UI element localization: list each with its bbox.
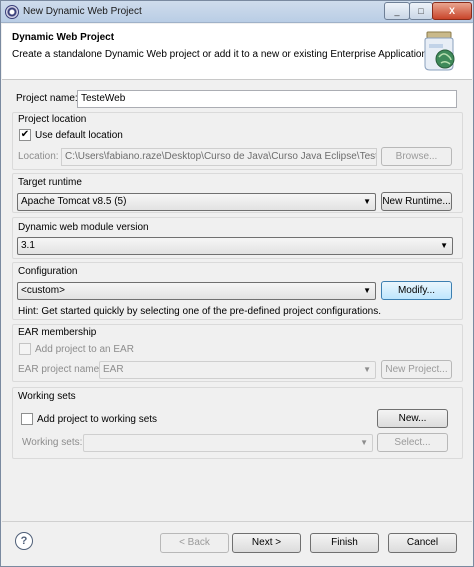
wizard-description: Create a standalone Dynamic Web project … [12,49,430,60]
module-version-label: Dynamic web module version [18,222,149,233]
select-working-sets-button[interactable]: Select... [377,433,448,452]
modify-button[interactable]: Modify... [381,281,452,300]
new-working-set-button[interactable]: New... [377,409,448,428]
working-sets-select[interactable]: ▼ [83,434,373,452]
location-input[interactable]: C:\Users\fabiano.raze\Desktop\Curso de J… [61,148,377,166]
new-project-button[interactable]: New Project... [381,360,452,379]
configuration-value: <custom> [21,285,65,296]
minimize-button[interactable]: _ [384,2,410,20]
working-sets-label: Working sets [18,391,76,402]
help-icon[interactable]: ? [15,532,33,550]
configuration-hint: Hint: Get started quickly by selecting o… [18,306,381,317]
next-button[interactable]: Next > [232,533,301,553]
location-label: Location: [18,151,59,162]
maximize-button[interactable]: □ [409,2,433,20]
title-bar[interactable]: New Dynamic Web Project _ □ X [1,1,473,23]
target-runtime-value: Apache Tomcat v8.5 (5) [21,196,127,207]
target-runtime-select[interactable]: Apache Tomcat v8.5 (5) ▼ [17,193,376,211]
web-project-jar-icon [424,31,455,71]
module-version-value: 3.1 [21,240,35,251]
project-name-input[interactable]: TesteWeb [77,90,457,108]
use-default-location-label: Use default location [35,130,123,141]
add-to-ear-label: Add project to an EAR [35,344,134,355]
chevron-down-icon: ▼ [363,197,371,206]
ear-project-name-label: EAR project name: [18,364,102,375]
project-name-label: Project name: [16,93,78,104]
configuration-select[interactable]: <custom> ▼ [17,282,376,300]
close-button[interactable]: X [432,2,472,20]
ear-membership-label: EAR membership [18,327,97,338]
add-to-working-sets-label: Add project to working sets [37,414,158,425]
add-to-ear-checkbox[interactable] [19,343,31,355]
new-runtime-button[interactable]: New Runtime... [381,192,452,211]
back-button[interactable]: < Back [160,533,229,553]
chevron-down-icon: ▼ [440,241,448,250]
wizard-header: Dynamic Web Project Create a standalone … [2,24,472,80]
target-runtime-label: Target runtime [18,177,82,188]
footer-separator [2,521,472,522]
add-to-working-sets-checkbox[interactable] [21,413,33,425]
browse-button[interactable]: Browse... [381,147,452,166]
module-version-select[interactable]: 3.1 ▼ [17,237,453,255]
eclipse-icon [5,5,19,19]
wizard-title: Dynamic Web Project [12,32,115,43]
working-sets-field-label: Working sets: [22,437,83,448]
project-location-label: Project location [18,114,87,125]
cancel-button[interactable]: Cancel [388,533,457,553]
chevron-down-icon: ▼ [360,438,368,447]
ear-project-value: EAR [103,364,124,375]
use-default-location-checkbox[interactable]: ✔ [19,129,31,141]
new-dynamic-web-project-dialog: New Dynamic Web Project _ □ X Dynamic We… [0,0,474,567]
finish-button[interactable]: Finish [310,533,379,553]
chevron-down-icon: ▼ [363,286,371,295]
configuration-label: Configuration [18,266,78,277]
window-title: New Dynamic Web Project [23,6,142,17]
ear-project-select[interactable]: EAR ▼ [99,361,376,379]
chevron-down-icon: ▼ [363,365,371,374]
